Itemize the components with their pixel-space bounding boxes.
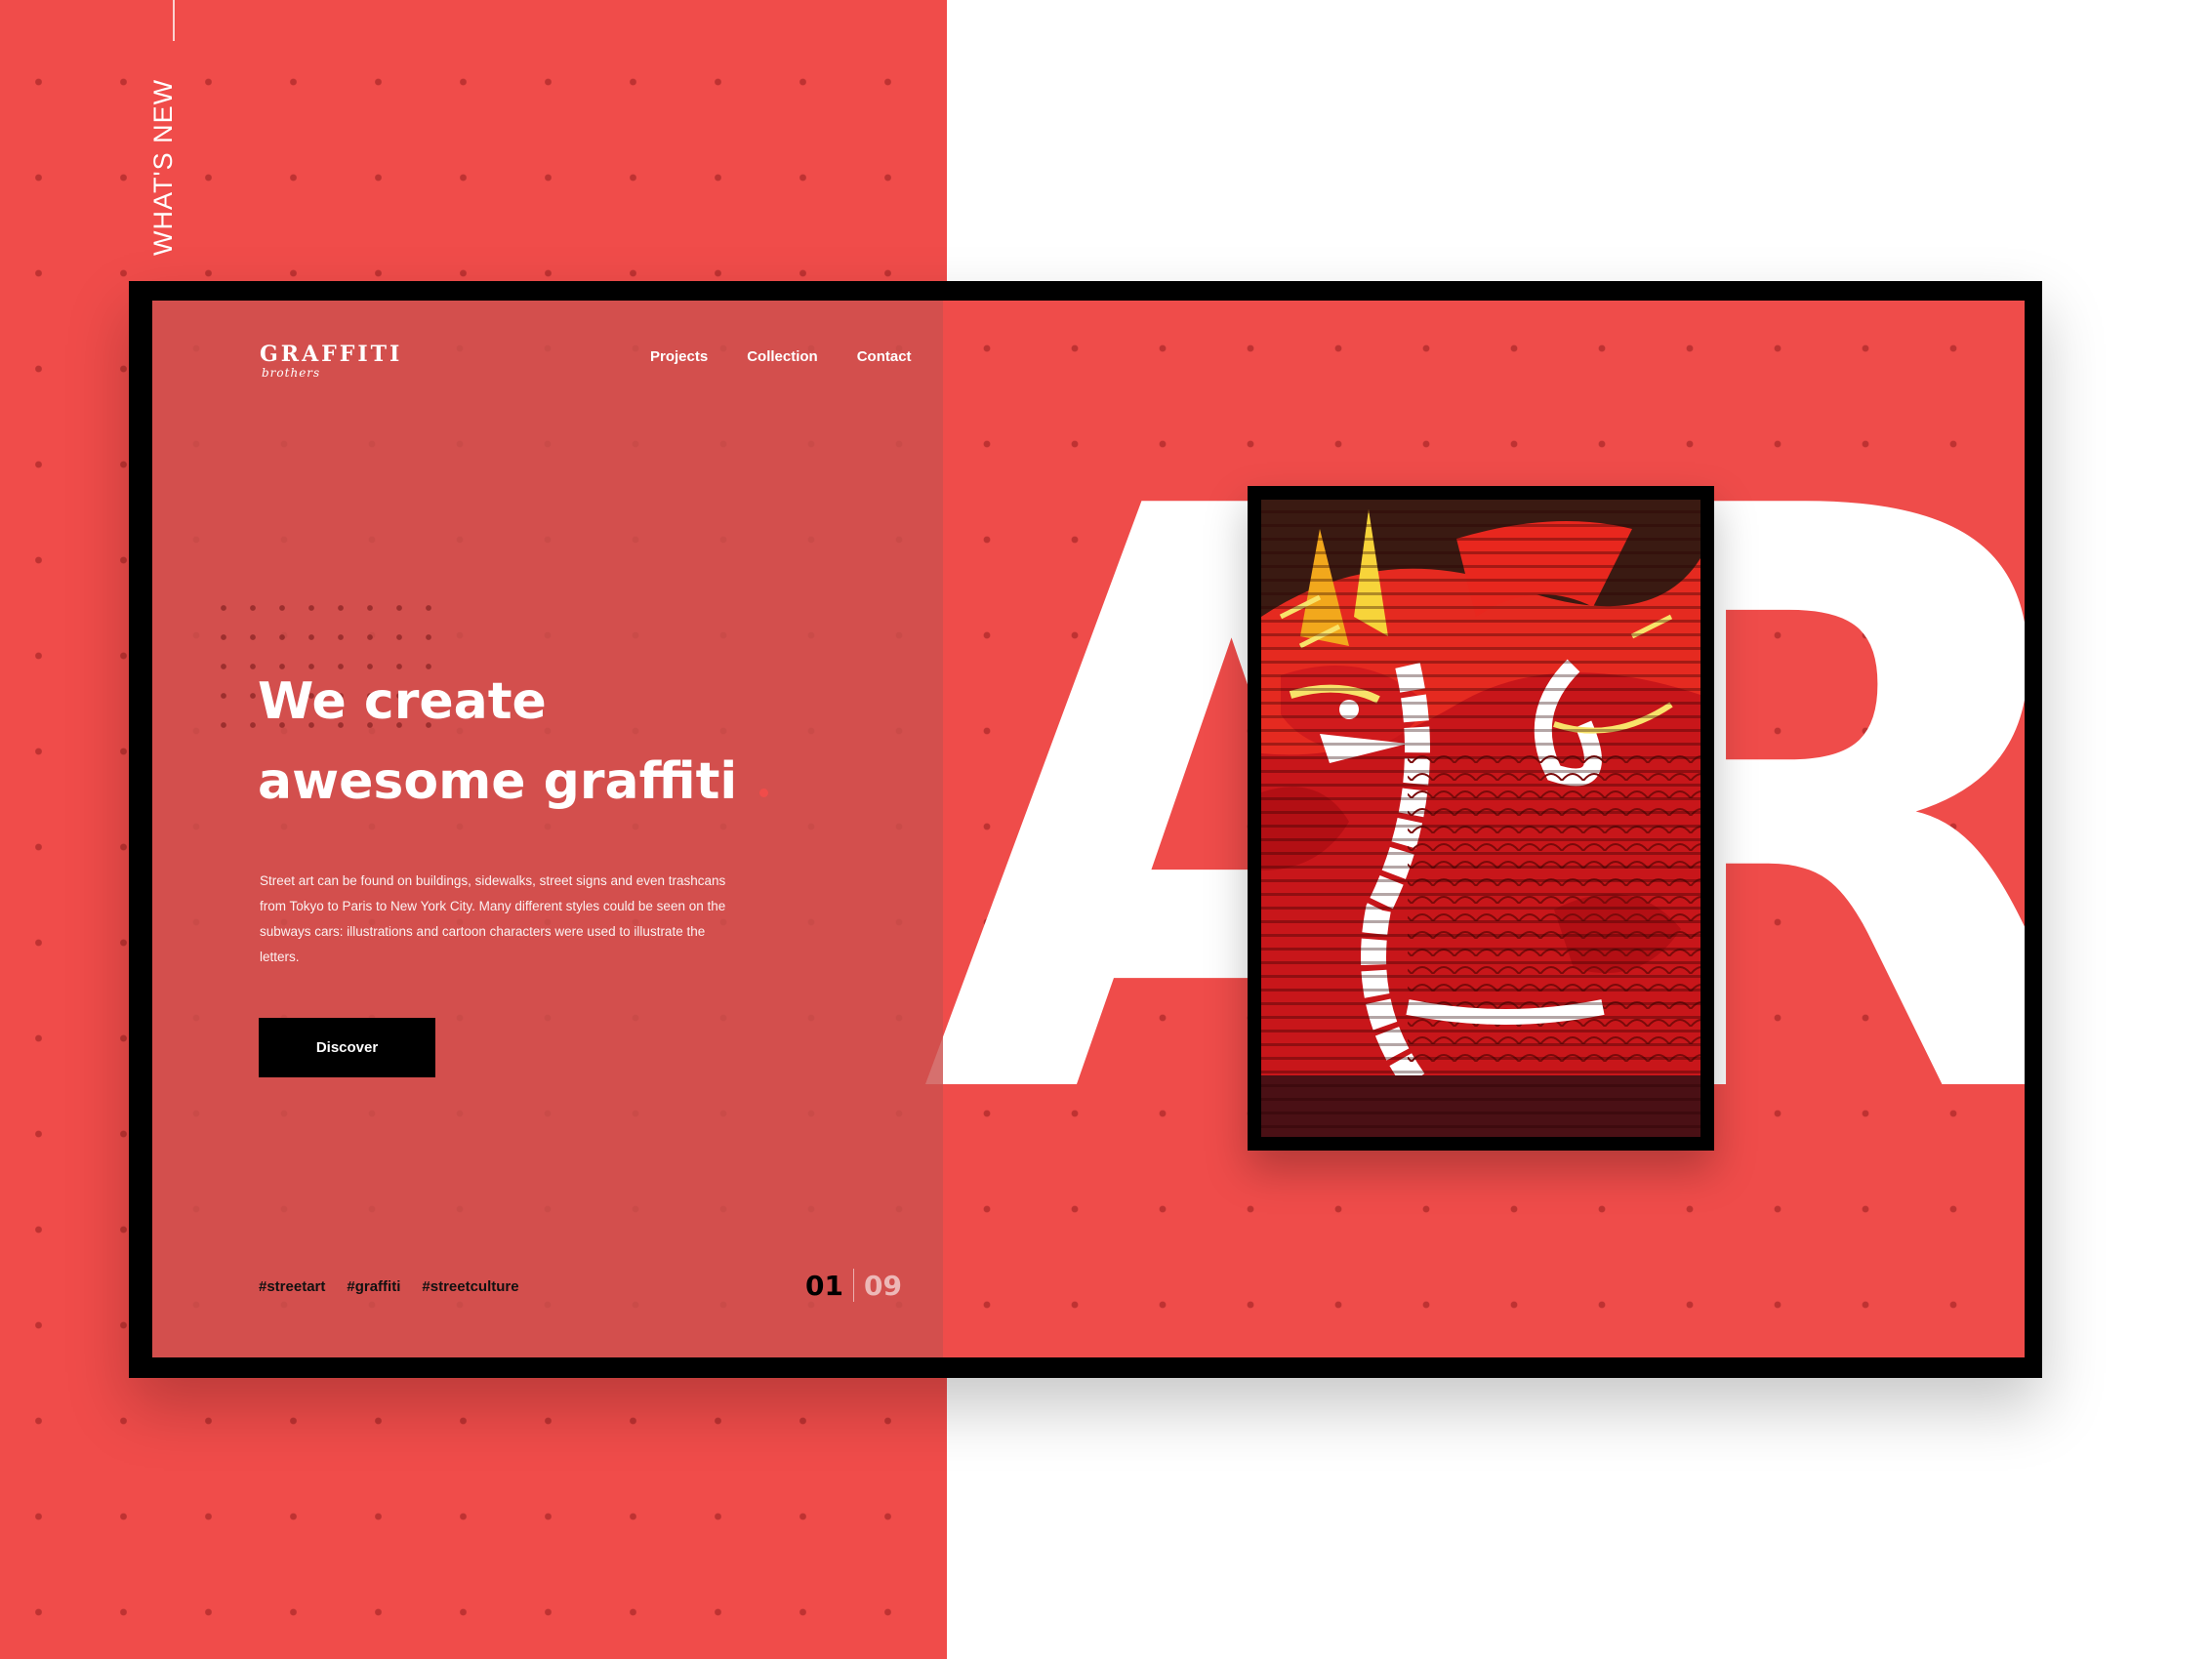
dragon-illustration [1261, 500, 1700, 1137]
tag-streetart[interactable]: #streetart [259, 1278, 325, 1295]
hashtag-list: #streetart #graffiti #streetculture [259, 1278, 519, 1295]
hero-description: Street art can be found on buildings, si… [260, 873, 726, 964]
logo-subtitle: brothers [262, 366, 321, 380]
counter-divider [852, 1269, 854, 1302]
tag-streetculture[interactable]: #streetculture [422, 1278, 518, 1295]
website-mockup: ART GRAFFITI brothers Projects Collectio… [152, 301, 2025, 1357]
graffiti-dragon-image[interactable] [1248, 486, 1714, 1151]
decorative-line [173, 0, 175, 41]
headline-accent-dot [759, 789, 768, 797]
tag-graffiti[interactable]: #graffiti [347, 1278, 400, 1295]
nav-contact[interactable]: Contact [857, 348, 912, 365]
discover-button[interactable]: Discover [259, 1018, 435, 1077]
slide-counter: 01 09 [805, 1269, 902, 1302]
nav-projects[interactable]: Projects [650, 348, 708, 365]
whats-new-label[interactable]: WHAT'S NEW [148, 79, 179, 256]
slide-current: 01 [805, 1269, 843, 1302]
headline-line-1: We create [258, 672, 547, 731]
nav-collection[interactable]: Collection [747, 348, 818, 365]
hero-headline: We create awesome graffiti [258, 662, 737, 822]
headline-line-2: awesome graffiti [258, 752, 738, 811]
logo[interactable]: GRAFFITI [260, 342, 402, 367]
slide-total: 09 [863, 1269, 902, 1302]
hero-left-panel: GRAFFITI brothers Projects Collection Co… [152, 301, 943, 1357]
main-nav: Projects Collection Contact [650, 348, 912, 365]
